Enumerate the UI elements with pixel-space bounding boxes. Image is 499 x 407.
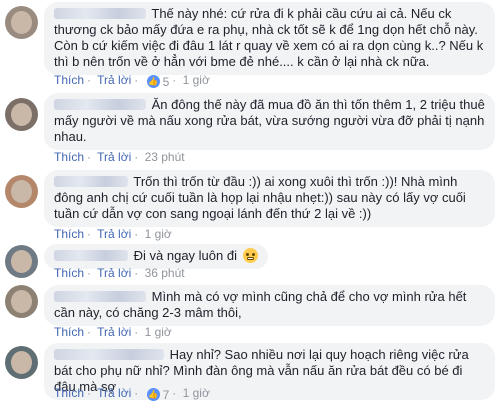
reply-link[interactable]: Trả lời bbox=[97, 73, 131, 87]
like-link[interactable]: Thích bbox=[54, 150, 84, 164]
author-name-blurred[interactable] bbox=[54, 176, 128, 187]
reply-link[interactable]: Trả lời bbox=[97, 150, 131, 164]
like-link[interactable]: Thích bbox=[54, 227, 84, 241]
comment-actions: Thích · Trả lời · 1 giờ bbox=[54, 325, 172, 339]
comment-time[interactable]: 23 phút bbox=[145, 150, 185, 164]
comment-time[interactable]: 36 phút bbox=[145, 266, 185, 280]
comment-time[interactable]: 1 giờ bbox=[145, 325, 172, 339]
like-thumb-icon: 👍 bbox=[146, 388, 160, 401]
reply-link[interactable]: Trả lời bbox=[97, 386, 131, 400]
comment-actions: Thích · Trả lời · 1 giờ bbox=[54, 227, 172, 241]
comment-bubble: Thế này nhé: cứ rửa đi k phải cầu cứu ai… bbox=[44, 2, 495, 75]
reaction-count[interactable]: 👍 5 bbox=[146, 75, 169, 89]
comment-bubble: Mình mà có vợ mình cũng chả để cho vợ mì… bbox=[44, 285, 495, 326]
avatar[interactable] bbox=[5, 245, 38, 278]
comment-actions: Thích · Trả lời · 36 phút bbox=[54, 266, 185, 280]
reaction-count[interactable]: 👍 7 bbox=[146, 388, 169, 402]
avatar[interactable] bbox=[5, 98, 38, 131]
comment-actions: Thích · Trả lời · 👍 5 · 1 giờ bbox=[54, 73, 210, 89]
like-link[interactable]: Thích bbox=[54, 386, 84, 400]
like-link[interactable]: Thích bbox=[54, 73, 84, 87]
author-name-blurred[interactable] bbox=[54, 291, 146, 302]
reply-link[interactable]: Trả lời bbox=[97, 227, 131, 241]
author-name-blurred[interactable] bbox=[54, 250, 128, 261]
author-name-blurred[interactable] bbox=[54, 8, 146, 19]
reply-link[interactable]: Trả lời bbox=[97, 266, 131, 280]
avatar[interactable] bbox=[5, 285, 38, 318]
comment-time[interactable]: 1 giờ bbox=[183, 73, 210, 87]
comment-time[interactable]: 1 giờ bbox=[183, 386, 210, 400]
comment-bubble: Trốn thì trốn từ đầu :)) ai xong xuôi th… bbox=[44, 170, 495, 227]
author-name-blurred[interactable] bbox=[54, 99, 146, 110]
like-link[interactable]: Thích bbox=[54, 325, 84, 339]
avatar[interactable] bbox=[5, 6, 38, 39]
comment-text: Đi và ngay luôn đi bbox=[133, 248, 237, 263]
author-name-blurred[interactable] bbox=[54, 349, 164, 360]
reply-link[interactable]: Trả lời bbox=[97, 325, 131, 339]
like-thumb-icon: 👍 bbox=[146, 75, 160, 88]
comment-actions: Thích · Trả lời · 23 phút bbox=[54, 150, 185, 164]
comment-actions: Thích · Trả lời · 👍 7 · 1 giờ bbox=[54, 386, 210, 402]
avatar[interactable] bbox=[5, 346, 38, 379]
like-link[interactable]: Thích bbox=[54, 266, 84, 280]
emoji-icon bbox=[242, 248, 258, 263]
comment-bubble: Ăn đông thế này đã mua đồ ăn thì tốn thê… bbox=[44, 93, 495, 150]
comment-time[interactable]: 1 giờ bbox=[145, 227, 172, 241]
avatar[interactable] bbox=[5, 175, 38, 208]
